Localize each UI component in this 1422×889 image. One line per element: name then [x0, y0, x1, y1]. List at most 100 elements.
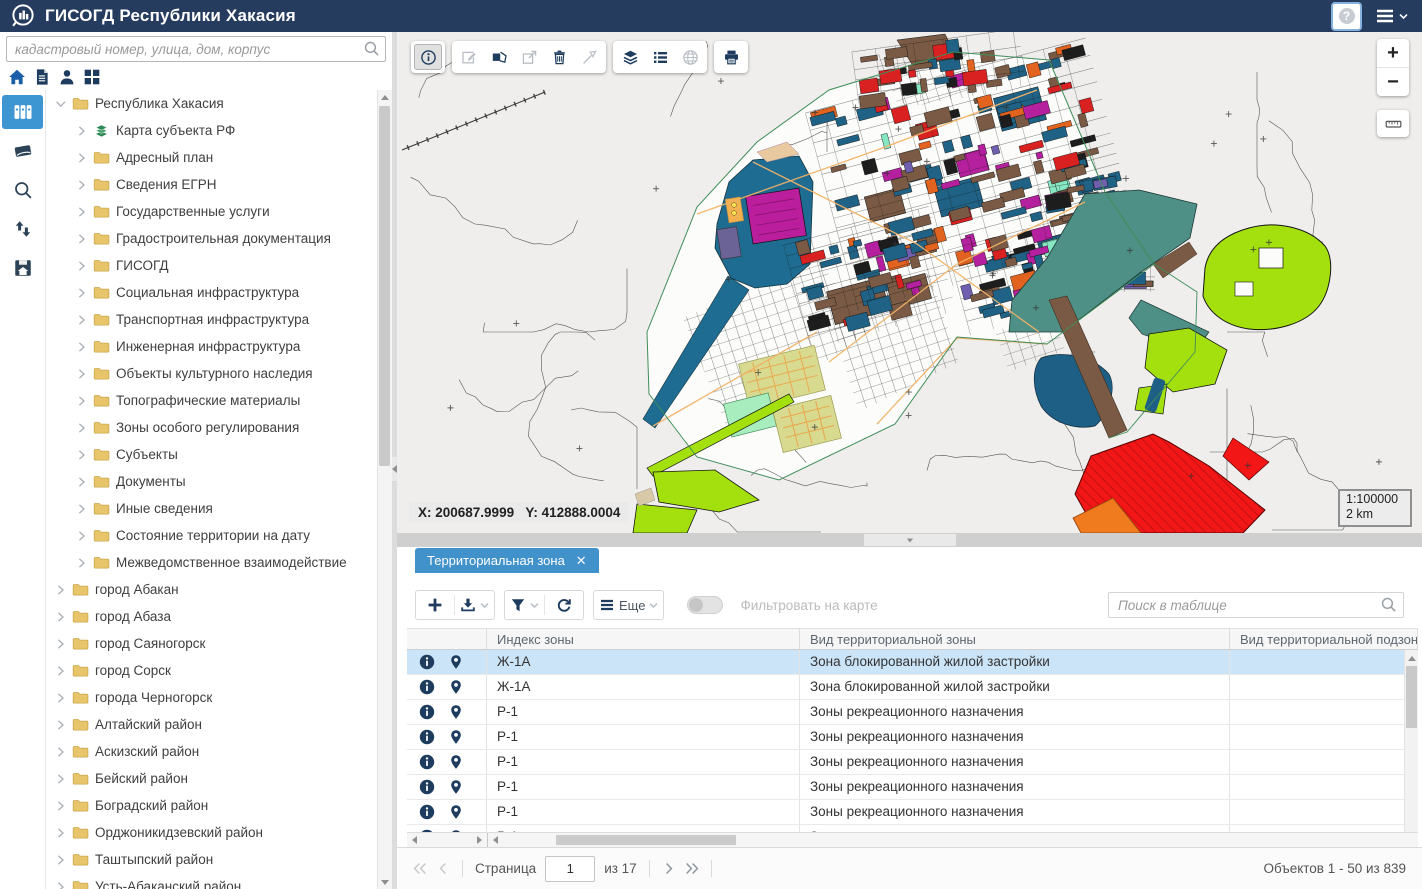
tree-scrollbar[interactable] — [377, 90, 392, 889]
tree-item[interactable]: Орджоникидзевский район — [45, 819, 378, 846]
tree-item[interactable]: Таштыпский район — [45, 846, 378, 873]
scroll-up-icon[interactable] — [378, 90, 392, 104]
pagination-first-button[interactable] — [413, 862, 427, 875]
help-button[interactable]: ? — [1331, 2, 1362, 31]
tree-item[interactable]: Состояние территории на дату — [45, 522, 378, 549]
table-row[interactable]: Р-1Зоны рекреационного назначения — [407, 700, 1418, 725]
chevron-right-icon[interactable] — [76, 260, 87, 272]
page-number-input[interactable] — [545, 856, 595, 882]
info-icon[interactable] — [419, 654, 435, 670]
chevron-right-icon[interactable] — [55, 800, 66, 812]
print-button[interactable] — [717, 44, 745, 70]
chevron-right-icon[interactable] — [55, 638, 66, 650]
tree-item[interactable]: Карта субъекта РФ — [45, 117, 378, 144]
column-header[interactable]: Вид территориальной зоны — [800, 629, 1230, 649]
chevron-right-icon[interactable] — [76, 314, 87, 326]
pagination-last-button[interactable] — [685, 862, 699, 875]
scroll-thumb[interactable] — [1406, 666, 1417, 728]
delete-button[interactable] — [545, 44, 573, 70]
zoom-in-button[interactable]: + — [1377, 39, 1409, 67]
tree-item[interactable]: Адресный план — [45, 144, 378, 171]
chevron-right-icon[interactable] — [76, 233, 87, 245]
layers-button[interactable] — [616, 44, 644, 70]
chevron-right-icon[interactable] — [76, 287, 87, 299]
tree-item[interactable]: Объекты культурного наследия — [45, 360, 378, 387]
chevron-right-icon[interactable] — [76, 449, 87, 461]
chevron-right-icon[interactable] — [76, 206, 87, 218]
document-icon[interactable] — [33, 68, 51, 86]
chevron-right-icon[interactable] — [55, 719, 66, 731]
info-icon[interactable] — [419, 779, 435, 795]
address-search-input[interactable] — [6, 36, 386, 62]
map-canvas[interactable] — [397, 32, 1422, 533]
rail-item-import-export[interactable] — [2, 212, 43, 246]
table-row[interactable]: Р-1Зоны рекреационного назначения — [407, 825, 1418, 832]
pin-icon[interactable] — [448, 754, 464, 770]
tree-item[interactable]: Сведения ЕГРН — [45, 171, 378, 198]
table-row[interactable]: Ж-1АЗона блокированной жилой застройки — [407, 675, 1418, 700]
chevron-right-icon[interactable] — [55, 611, 66, 623]
tree-item[interactable]: Боградский район — [45, 792, 378, 819]
chevron-right-icon[interactable] — [76, 530, 87, 542]
scroll-thumb[interactable] — [379, 106, 390, 466]
tree-item[interactable]: Инженерная инфраструктура — [45, 333, 378, 360]
tree-item[interactable]: Иные сведения — [45, 495, 378, 522]
table-row[interactable]: Р-1Зоны рекреационного назначения — [407, 750, 1418, 775]
info-icon[interactable] — [419, 804, 435, 820]
tree-item[interactable]: Градостроительная документация — [45, 225, 378, 252]
chevron-down-icon[interactable] — [55, 98, 66, 110]
pin-icon[interactable] — [448, 779, 464, 795]
pin-icon[interactable] — [448, 804, 464, 820]
chevron-right-icon[interactable] — [55, 692, 66, 704]
pin-icon[interactable] — [448, 704, 464, 720]
map-panel-splitter[interactable] — [397, 533, 1422, 547]
tree-item[interactable]: Республика Хакасия — [45, 90, 378, 117]
tree-item[interactable]: Бейский район — [45, 765, 378, 792]
chevron-right-icon[interactable] — [55, 665, 66, 677]
info-icon[interactable] — [419, 704, 435, 720]
rail-item-catalog[interactable] — [2, 95, 43, 129]
chevron-right-icon[interactable] — [55, 854, 66, 866]
info-button[interactable] — [414, 44, 442, 70]
info-icon[interactable] — [419, 679, 435, 695]
chevron-right-icon[interactable] — [76, 368, 87, 380]
tree-item[interactable]: Зоны особого регулирования — [45, 414, 378, 441]
pagination-next-button[interactable] — [662, 862, 676, 875]
column-header[interactable]: Индекс зоны — [487, 629, 800, 649]
tree-item[interactable]: Субъекты — [45, 441, 378, 468]
tree-item[interactable]: Аскизский район — [45, 738, 378, 765]
pagination-prev-button[interactable] — [436, 862, 450, 875]
person-icon[interactable] — [58, 68, 76, 86]
table-hscrollbar[interactable] — [407, 832, 1418, 847]
tree-item[interactable]: Социальная инфраструктура — [45, 279, 378, 306]
chevron-right-icon[interactable] — [76, 152, 87, 164]
rail-item-layers-book[interactable] — [2, 134, 43, 168]
home-icon[interactable] — [8, 68, 26, 86]
pin-icon[interactable] — [448, 679, 464, 695]
chevron-right-icon[interactable] — [55, 746, 66, 758]
add-record-button[interactable] — [418, 592, 452, 618]
tree-item[interactable]: Документы — [45, 468, 378, 495]
export-button[interactable] — [457, 592, 492, 618]
select-area-button[interactable] — [485, 44, 513, 70]
chevron-right-icon[interactable] — [55, 881, 66, 889]
info-icon[interactable] — [419, 754, 435, 770]
rail-item-search[interactable] — [2, 173, 43, 207]
tree-item[interactable]: ГИСОГД — [45, 252, 378, 279]
filter-button[interactable] — [507, 592, 542, 618]
table-row[interactable]: Ж-1АЗона блокированной жилой застройки — [407, 650, 1418, 675]
tree-item[interactable]: Топографические материалы — [45, 387, 378, 414]
zoom-out-button[interactable]: − — [1377, 68, 1409, 96]
collapse-panel-icon[interactable] — [864, 534, 956, 546]
chevron-right-icon[interactable] — [76, 395, 87, 407]
column-header[interactable]: Вид территориальной подзон — [1230, 629, 1418, 649]
rail-item-save-territory[interactable] — [2, 251, 43, 285]
chevron-right-icon[interactable] — [55, 827, 66, 839]
tree-item[interactable]: город Абаза — [45, 603, 378, 630]
pin-icon[interactable] — [448, 654, 464, 670]
chevron-right-icon[interactable] — [76, 476, 87, 488]
table-search-input[interactable] — [1108, 592, 1404, 618]
tree-item[interactable]: город Абакан — [45, 576, 378, 603]
scroll-thumb[interactable] — [556, 835, 736, 845]
chevron-right-icon[interactable] — [76, 422, 87, 434]
